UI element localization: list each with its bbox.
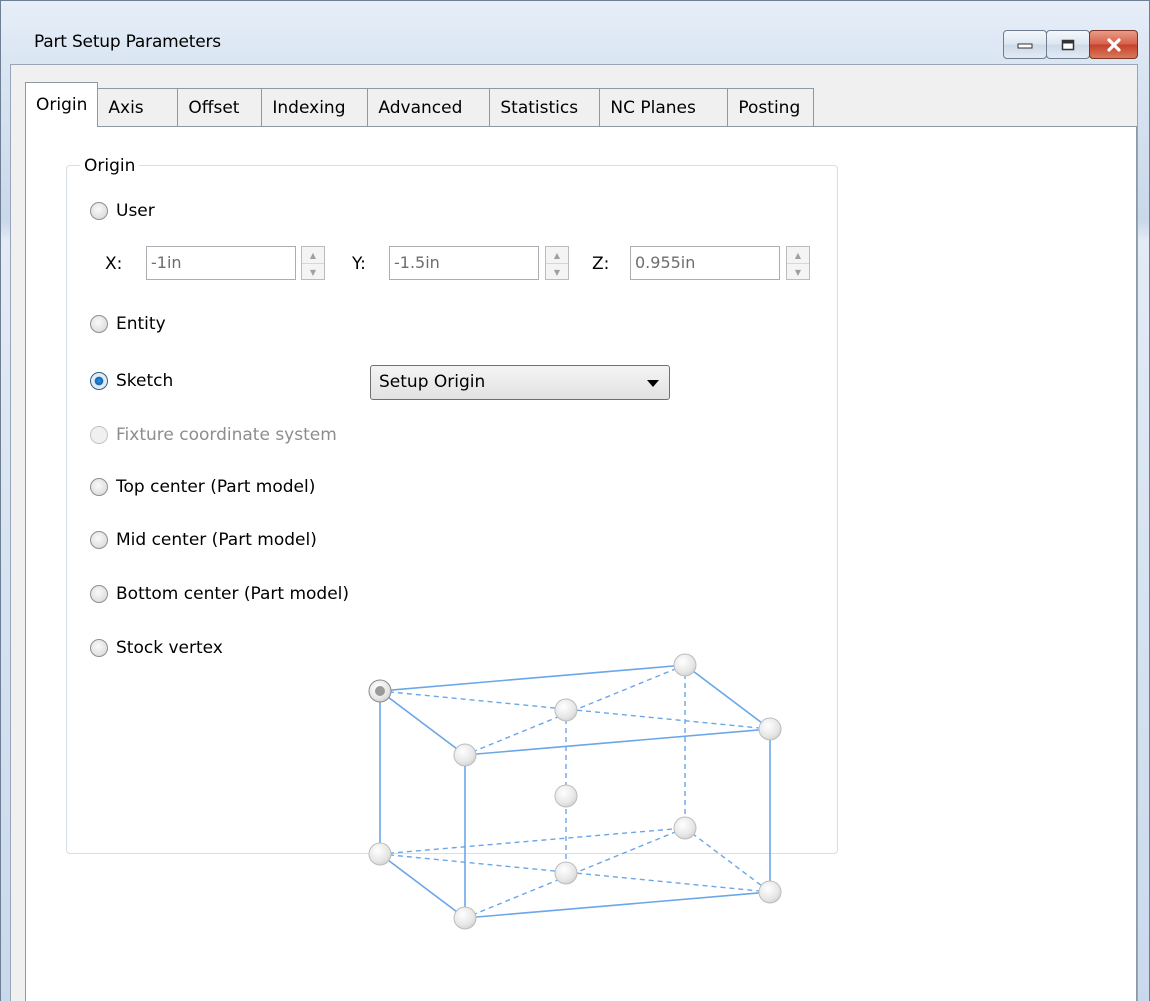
spin-up-icon: ▲ [546,247,568,264]
window-controls [1003,30,1138,59]
close-icon [1106,37,1121,52]
radio-fixture-label: Fixture coordinate system [116,425,337,445]
radio-user-label: User [116,201,155,221]
origin-group-title: Origin [80,156,140,176]
tab-offset[interactable]: Offset [178,88,263,126]
vertex-radio[interactable] [673,653,697,677]
radio-icon [90,315,108,333]
x-input[interactable]: -1in [146,246,296,280]
restore-button[interactable] [1046,30,1090,59]
chevron-down-icon [647,380,659,387]
tab-axis[interactable]: Axis [98,88,179,126]
spin-down-icon: ▼ [309,267,317,277]
stock-vertex-cube-diagram [368,653,782,930]
radio-top-center[interactable]: Top center (Part model) [90,477,315,497]
cube-vertex-radios [368,653,782,930]
radio-icon-disabled [90,426,108,444]
tab-indexing[interactable]: Indexing [262,88,369,126]
close-button[interactable] [1089,30,1138,59]
radio-top-center-label: Top center (Part model) [116,477,316,497]
vertex-radio[interactable] [368,842,392,866]
radio-user[interactable]: User [90,201,155,221]
radio-fixture-coordinate-system: Fixture coordinate system [90,425,337,445]
sketch-dropdown[interactable]: Setup Origin [370,365,670,400]
y-label: Y: [352,254,366,274]
radio-icon [90,531,108,549]
vertex-radio[interactable] [554,861,578,885]
x-spinner[interactable]: ▲ ▼ [301,246,325,280]
radio-icon-selected [90,372,108,390]
radio-mid-center[interactable]: Mid center (Part model) [90,530,317,550]
vertex-radio[interactable] [673,816,697,840]
vertex-radio[interactable] [554,698,578,722]
tab-posting[interactable]: Posting [728,88,815,126]
radio-icon [90,478,108,496]
tab-nc-planes[interactable]: NC Planes [600,88,729,126]
minimize-icon [1017,43,1033,48]
radio-mid-center-label: Mid center (Part model) [116,530,317,550]
vertex-radio[interactable] [758,880,782,904]
radio-icon [90,202,108,220]
radio-stock-vertex[interactable]: Stock vertex [90,638,223,658]
vertex-radio[interactable] [554,784,578,808]
spin-down-icon: ▼ [553,267,561,277]
z-label: Z: [592,254,610,274]
spin-up-icon: ▲ [302,247,324,264]
radio-entity-label: Entity [116,314,166,334]
tab-strip: Origin Axis Offset Indexing Advanced Sta… [25,82,815,127]
vertex-radio[interactable] [453,906,477,930]
radio-bottom-center[interactable]: Bottom center (Part model) [90,584,349,604]
z-spinner[interactable]: ▲ ▼ [786,246,810,280]
vertex-radio-selected[interactable] [368,679,392,703]
spin-down-icon: ▼ [794,267,802,277]
vertex-radio[interactable] [758,717,782,741]
radio-entity[interactable]: Entity [90,314,166,334]
spin-up-icon: ▲ [787,247,809,264]
radio-stock-vertex-label: Stock vertex [116,638,223,658]
vertex-radio[interactable] [453,743,477,767]
x-label: X: [105,254,123,274]
sketch-dropdown-value: Setup Origin [379,372,486,392]
tab-advanced[interactable]: Advanced [368,88,491,126]
window-title: Part Setup Parameters [34,32,221,52]
y-input[interactable]: -1.5in [389,246,539,280]
radio-sketch[interactable]: Sketch [90,371,173,391]
radio-bottom-center-label: Bottom center (Part model) [116,584,350,604]
radio-icon [90,585,108,603]
tab-origin[interactable]: Origin [25,82,99,127]
y-spinner[interactable]: ▲ ▼ [545,246,569,280]
radio-icon [90,639,108,657]
z-input[interactable]: 0.955in [630,246,780,280]
tab-statistics[interactable]: Statistics [490,88,601,126]
minimize-button[interactable] [1003,30,1047,59]
radio-sketch-label: Sketch [116,371,174,391]
restore-icon [1061,39,1075,50]
